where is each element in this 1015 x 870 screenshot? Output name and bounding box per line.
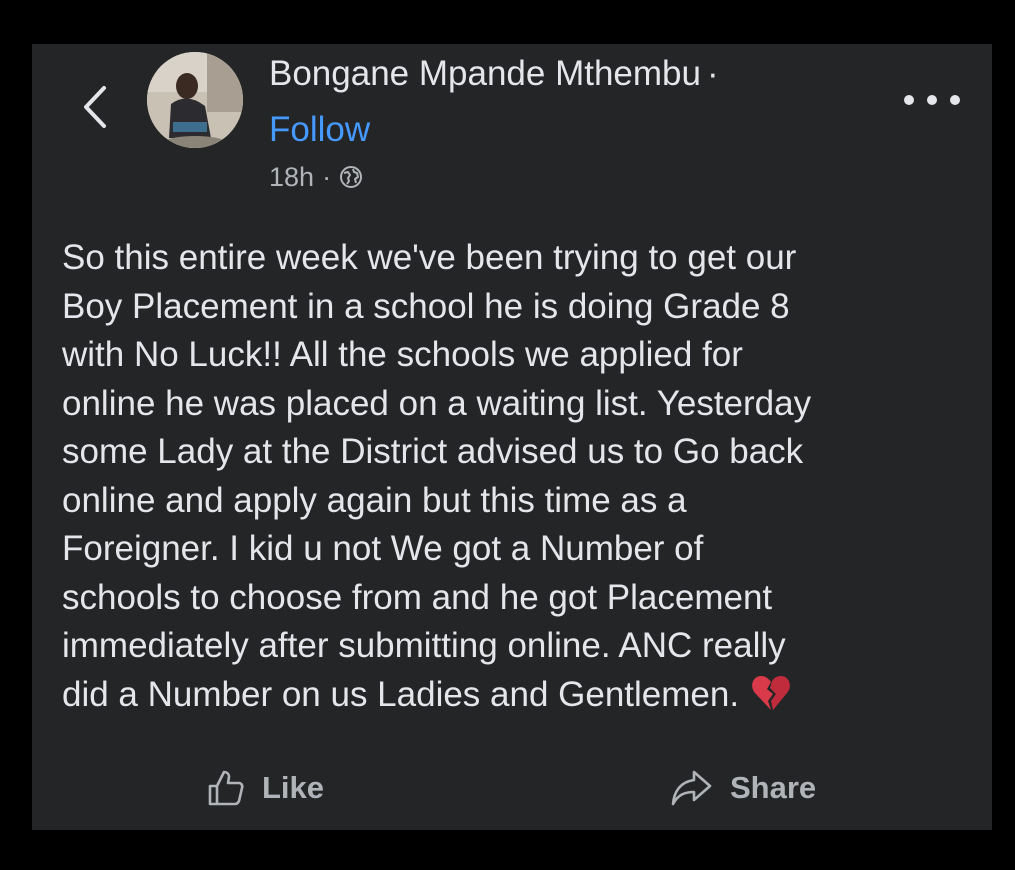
more-dot-icon xyxy=(927,95,937,105)
globe-icon xyxy=(340,166,363,188)
more-dot-icon xyxy=(950,95,960,105)
author-separator: · xyxy=(706,54,719,93)
avatar[interactable] xyxy=(147,52,243,148)
share-label: Share xyxy=(730,770,817,805)
post-body-line: So this entire week we've been trying to… xyxy=(62,238,797,277)
back-button[interactable] xyxy=(76,82,116,132)
author-name-text[interactable]: Bongane Mpande Mthembu xyxy=(269,54,701,93)
author-name[interactable]: Bongane Mpande Mthembu · xyxy=(269,52,719,96)
share-button[interactable]: Share xyxy=(670,768,816,808)
post-body-last-line: did a Number on us Ladies and Gentlemen. xyxy=(62,671,972,720)
post-actions: Like Share xyxy=(32,762,992,822)
chevron-left-icon xyxy=(84,86,106,128)
share-arrow-icon xyxy=(671,770,712,806)
meta-separator: · xyxy=(322,162,332,192)
post-body-line: Boy Placement in a school he is doing Gr… xyxy=(62,286,790,326)
post-body-line: Foreigner. I kid u not We got a Number o… xyxy=(62,529,704,568)
timestamp[interactable]: 18h xyxy=(269,160,314,194)
more-dot-icon xyxy=(904,95,914,105)
broken-heart-icon xyxy=(752,675,790,710)
more-options-button[interactable] xyxy=(904,86,960,114)
post-body-line: with No Luck!! All the schools we applie… xyxy=(62,335,743,374)
like-label: Like xyxy=(262,770,325,805)
post-body-line: immediately after submitting online. ANC… xyxy=(62,626,786,665)
post-body-line: did a Number on us Ladies and Gentlemen. xyxy=(62,674,740,714)
post-meta: 18h · xyxy=(269,160,363,194)
avatar-photo xyxy=(147,52,243,148)
post-body-line: schools to choose from and he got Placem… xyxy=(62,577,773,617)
follow-button[interactable]: Follow xyxy=(269,108,370,152)
post-body: So this entire week we've been trying to… xyxy=(62,234,972,719)
facebook-post: Bongane Mpande Mthembu · Follow 18h · So … xyxy=(32,44,992,830)
thumbs-up-icon xyxy=(208,770,244,806)
like-button[interactable]: Like xyxy=(206,768,324,808)
post-body-line: online and apply again but this time as … xyxy=(62,480,687,520)
post-body-line: online he was placed on a waiting list. … xyxy=(62,383,812,423)
post-body-line: some Lady at the District advised us to … xyxy=(62,432,804,471)
